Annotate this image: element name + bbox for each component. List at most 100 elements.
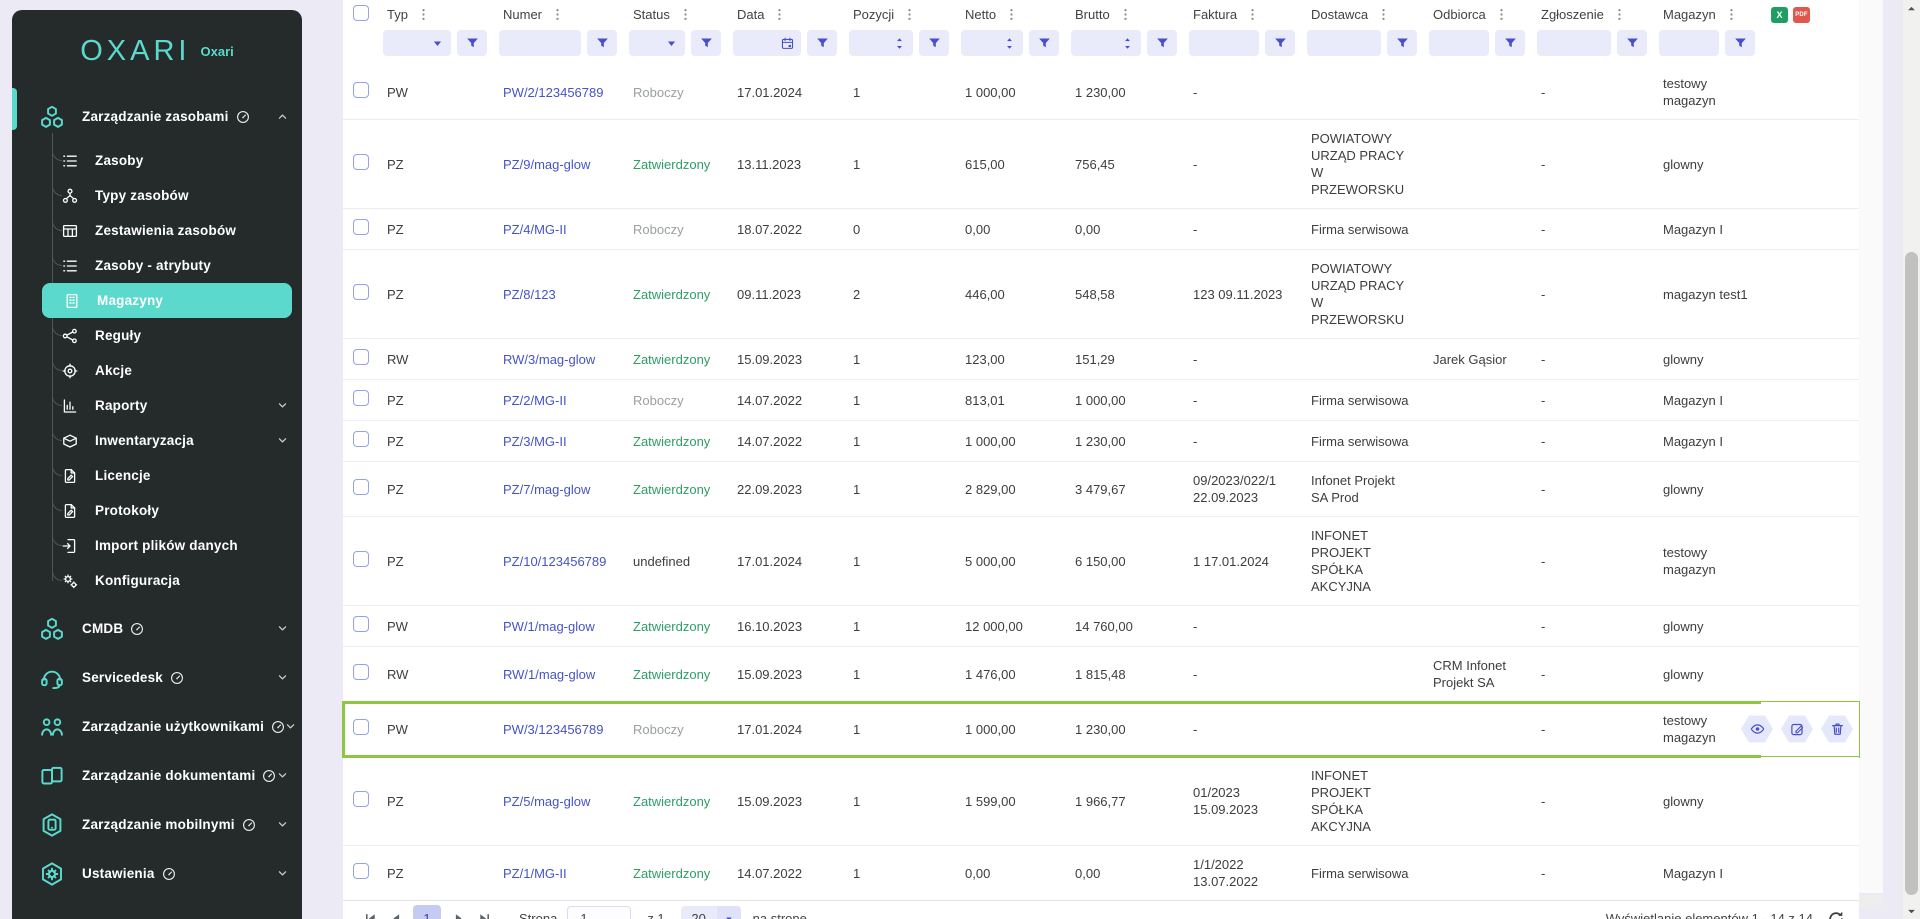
pdf-export-icon[interactable]: PDF <box>1793 7 1810 23</box>
sidebar-item-inwentaryzacja[interactable]: Inwentaryzacja <box>12 423 302 458</box>
sidebar-item-import-plik-w-danych[interactable]: Import plików danych <box>12 528 302 563</box>
column-header-dostawca[interactable]: Dostawca <box>1301 0 1423 26</box>
document-link[interactable]: PZ/2/MG-II <box>503 393 567 408</box>
sidebar-section-0[interactable]: Zarządzanie zasobami <box>12 92 302 141</box>
row-checkbox[interactable] <box>353 284 369 300</box>
table-row[interactable]: PZ PZ/3/MG-II Zatwierdzony 14.07.2022 1 … <box>343 421 1859 462</box>
prev-page-button[interactable] <box>383 906 409 919</box>
table-row[interactable]: PZ PZ/7/mag-glow Zatwierdzony 22.09.2023… <box>343 462 1859 517</box>
filter-button-typ[interactable] <box>457 30 487 56</box>
sidebar-item-raporty[interactable]: Raporty <box>12 388 302 423</box>
document-link[interactable]: PZ/4/MG-II <box>503 222 567 237</box>
filter-input-data[interactable] <box>733 30 801 56</box>
filter-button-dostawca[interactable] <box>1387 30 1417 56</box>
row-checkbox[interactable] <box>353 664 369 680</box>
filter-button-zgloszenie[interactable] <box>1617 30 1647 56</box>
sidebar-section-3[interactable]: Zarządzanie użytkownikami <box>12 702 302 751</box>
column-menu-icon[interactable] <box>773 8 786 21</box>
toggle-menu-button[interactable]: Przełącz menu <box>12 902 302 919</box>
column-header-odbiorca[interactable]: Odbiorca <box>1423 0 1531 26</box>
sidebar-item-konfiguracja[interactable]: Konfiguracja <box>12 563 302 598</box>
column-menu-icon[interactable] <box>1005 8 1018 21</box>
document-link[interactable]: PW/2/123456789 <box>503 85 603 100</box>
sidebar-item-protoko-y[interactable]: Protokoły <box>12 493 302 528</box>
row-checkbox[interactable] <box>353 479 369 495</box>
row-checkbox[interactable] <box>353 719 369 735</box>
row-checkbox[interactable] <box>353 82 369 98</box>
column-header-pozycji[interactable]: Pozycji <box>843 0 955 26</box>
document-link[interactable]: PZ/5/mag-glow <box>503 794 590 809</box>
document-link[interactable]: RW/1/mag-glow <box>503 667 595 682</box>
filter-input-pozycji[interactable] <box>849 30 913 56</box>
column-menu-icon[interactable] <box>1246 8 1259 21</box>
document-link[interactable]: PW/1/mag-glow <box>503 619 595 634</box>
scrollbar-thumb[interactable] <box>1905 252 1918 895</box>
row-checkbox[interactable] <box>353 616 369 632</box>
filter-input-odbiorca[interactable] <box>1429 30 1489 56</box>
page-size-select[interactable]: 20 <box>681 906 741 919</box>
document-link[interactable]: PZ/7/mag-glow <box>503 482 590 497</box>
table-row[interactable]: PZ PZ/9/mag-glow Zatwierdzony 13.11.2023… <box>343 120 1859 209</box>
column-menu-icon[interactable] <box>417 8 430 21</box>
table-row[interactable]: PW PW/3/123456789 Roboczy 17.01.2024 1 1… <box>343 702 1859 757</box>
sidebar-item-licencje[interactable]: Licencje <box>12 458 302 493</box>
document-link[interactable]: PZ/10/123456789 <box>503 554 606 569</box>
table-row[interactable]: PZ PZ/8/123 Zatwierdzony 09.11.2023 2 44… <box>343 250 1859 339</box>
table-row[interactable]: PZ PZ/2/MG-II Roboczy 14.07.2022 1 813,0… <box>343 380 1859 421</box>
sidebar-item-zestawienia-zasob-w[interactable]: Zestawienia zasobów <box>12 213 302 248</box>
filter-input-zgloszenie[interactable] <box>1537 30 1611 56</box>
sidebar-item-akcje[interactable]: Akcje <box>12 353 302 388</box>
table-row[interactable]: RW RW/1/mag-glow Zatwierdzony 15.09.2023… <box>343 647 1859 702</box>
table-row[interactable]: PZ PZ/10/123456789 undefined 17.01.2024 … <box>343 517 1859 606</box>
sidebar-item-zasoby-atrybuty[interactable]: Zasoby - atrybuty <box>12 248 302 283</box>
last-page-button[interactable] <box>471 906 497 919</box>
document-link[interactable]: RW/3/mag-glow <box>503 352 595 367</box>
filter-input-typ[interactable] <box>383 30 451 56</box>
filter-input-numer[interactable] <box>499 30 581 56</box>
table-row[interactable]: PZ PZ/4/MG-II Roboczy 18.07.2022 0 0,00 … <box>343 209 1859 250</box>
column-menu-icon[interactable] <box>1119 8 1132 21</box>
sidebar-section-1[interactable]: CMDB <box>12 604 302 653</box>
sidebar-section-4[interactable]: Zarządzanie dokumentami <box>12 751 302 800</box>
document-link[interactable]: PZ/9/mag-glow <box>503 157 590 172</box>
column-menu-icon[interactable] <box>1613 8 1626 21</box>
document-link[interactable]: PZ/8/123 <box>503 287 556 302</box>
filter-input-dostawca[interactable] <box>1307 30 1381 56</box>
sidebar-section-6[interactable]: Ustawienia <box>12 849 302 898</box>
sidebar-section-2[interactable]: Servicedesk <box>12 653 302 702</box>
column-menu-icon[interactable] <box>1495 8 1508 21</box>
filter-button-pozycji[interactable] <box>919 30 949 56</box>
filter-input-magazyn[interactable] <box>1659 30 1719 56</box>
table-row[interactable]: PZ PZ/5/mag-glow Zatwierdzony 15.09.2023… <box>343 757 1859 846</box>
delete-button[interactable] <box>1821 716 1853 743</box>
filter-button-numer[interactable] <box>587 30 617 56</box>
sidebar-item-magazyny[interactable]: Magazyny <box>42 283 292 318</box>
row-checkbox[interactable] <box>353 791 369 807</box>
filter-input-status[interactable] <box>629 30 685 56</box>
filter-button-odbiorca[interactable] <box>1495 30 1525 56</box>
sidebar-section-5[interactable]: Zarządzanie mobilnymi <box>12 800 302 849</box>
column-header-netto[interactable]: Netto <box>955 0 1065 26</box>
row-checkbox[interactable] <box>353 551 369 567</box>
table-row[interactable]: PZ PZ/1/MG-II Zatwierdzony 14.07.2022 1 … <box>343 846 1859 901</box>
view-button[interactable] <box>1741 716 1773 743</box>
sidebar-item-typy-zasob-w[interactable]: Typy zasobów <box>12 178 302 213</box>
column-menu-icon[interactable] <box>1725 8 1738 21</box>
column-header-data[interactable]: Data <box>727 0 843 26</box>
edit-button[interactable] <box>1781 716 1813 743</box>
document-link[interactable]: PW/3/123456789 <box>503 722 603 737</box>
filter-button-status[interactable] <box>691 30 721 56</box>
row-checkbox[interactable] <box>353 154 369 170</box>
select-all-checkbox[interactable] <box>353 5 369 21</box>
filter-input-netto[interactable] <box>961 30 1023 56</box>
vertical-scrollbar[interactable] <box>1903 0 1920 919</box>
sidebar-item-zasoby[interactable]: Zasoby <box>12 143 302 178</box>
column-header-magazyn[interactable]: Magazyn <box>1653 0 1761 26</box>
column-menu-icon[interactable] <box>551 8 564 21</box>
filter-input-brutto[interactable] <box>1071 30 1141 56</box>
first-page-button[interactable] <box>357 906 383 919</box>
column-menu-icon[interactable] <box>903 8 916 21</box>
page-number-input[interactable]: 1 <box>567 906 631 919</box>
column-header-typ[interactable]: Typ <box>377 0 493 26</box>
filter-button-magazyn[interactable] <box>1725 30 1755 56</box>
